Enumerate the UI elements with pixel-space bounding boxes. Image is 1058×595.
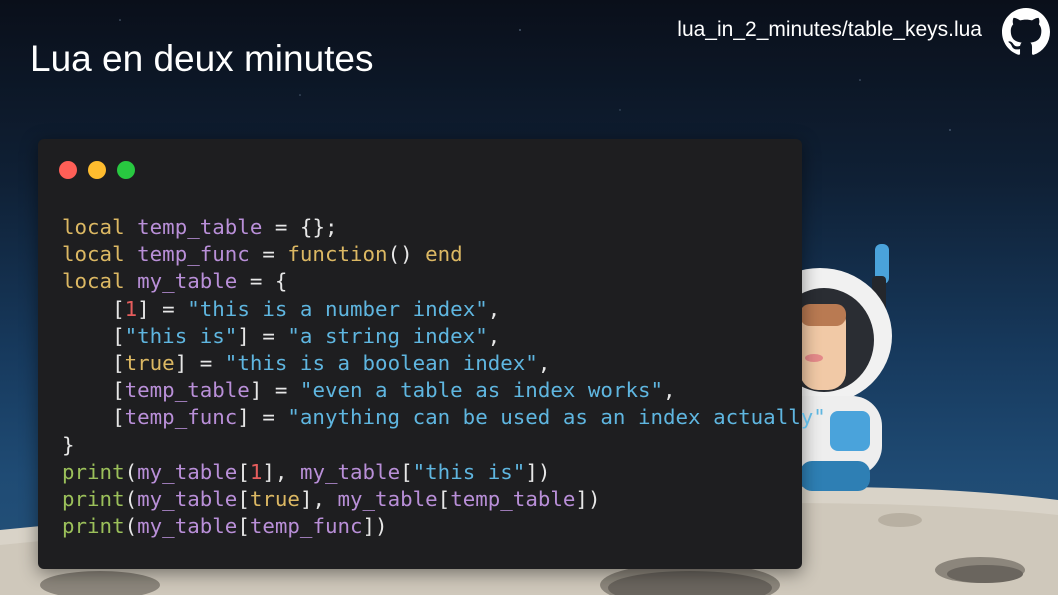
code-token: temp_func (137, 242, 250, 267)
code-token: = { (237, 269, 288, 294)
code-token: ], (262, 459, 300, 484)
code-token: 1 (124, 296, 138, 321)
code-block: local temp_table = {}; local temp_func = … (62, 214, 826, 540)
code-token: true (124, 350, 175, 375)
code-token: , (663, 378, 676, 403)
maximize-dot (117, 161, 135, 179)
code-line: print(my_table[temp_func]) (62, 513, 826, 540)
code-token: ] = (237, 405, 288, 430)
code-token: ]) (362, 514, 388, 539)
code-token: ], (299, 486, 338, 511)
code-line: print(my_table[true], my_table[temp_tabl… (62, 486, 826, 513)
code-token: [ (237, 459, 250, 484)
code-token: local (62, 215, 125, 239)
code-token: } (62, 432, 75, 457)
minimize-dot (88, 161, 106, 179)
code-token: ] = (237, 323, 288, 348)
code-line: local temp_func = function() end (62, 241, 826, 268)
code-token: "this is a boolean index" (224, 350, 538, 375)
code-token: print (62, 459, 125, 484)
code-token: 1 (249, 459, 263, 484)
code-token: = {}; (262, 215, 338, 239)
code-line: [true] = "this is a boolean index", (62, 350, 826, 377)
code-token: [ (437, 486, 451, 511)
code-token: ]) (525, 459, 551, 484)
code-token: my_table (337, 486, 438, 511)
code-token: my_table (137, 459, 238, 484)
slide-title: Lua en deux minutes (30, 38, 374, 79)
code-token: [ (62, 405, 125, 430)
code-token: ] = (174, 350, 225, 375)
code-token: [ (400, 459, 413, 484)
code-token: "even a table as index works" (299, 378, 664, 403)
code-token: temp_table (124, 378, 250, 403)
code-token: temp_func (124, 405, 238, 430)
code-token: print (62, 486, 125, 511)
code-token: "this is" (124, 323, 238, 348)
code-token: , (487, 296, 501, 321)
github-icon[interactable] (1002, 8, 1050, 56)
code-token: [ (62, 378, 125, 403)
code-token: temp_table (137, 215, 263, 239)
code-token: my_table (137, 269, 238, 294)
code-token: my_table (137, 486, 238, 511)
code-token: ]) (575, 486, 601, 511)
code-line: } (62, 432, 826, 459)
code-token: [ (237, 486, 250, 511)
code-token: [ (237, 514, 250, 539)
code-token: local (62, 242, 125, 267)
code-token: "a string index" (287, 323, 488, 348)
code-token: ( (124, 514, 138, 539)
code-token: ( (124, 486, 138, 511)
code-token: ( (124, 459, 138, 484)
code-line: [temp_func] = "anything can be used as a… (62, 404, 826, 431)
code-token: print (62, 514, 125, 539)
code-token: [ (62, 296, 125, 321)
code-token: temp_table (450, 486, 576, 511)
code-line: print(my_table[1], my_table["this is"]) (62, 459, 826, 486)
code-line: local temp_table = {}; (62, 214, 826, 241)
code-token: , (487, 323, 501, 348)
close-dot (59, 161, 77, 179)
code-token: my_table (137, 514, 238, 539)
code-token: my_table (299, 459, 401, 484)
code-token: [ (62, 323, 125, 348)
code-token: () (387, 242, 426, 267)
code-token: temp_func (249, 514, 363, 539)
code-token: end (425, 242, 463, 267)
code-token: "this is a number index" (187, 296, 488, 321)
code-line: ["this is"] = "a string index", (62, 323, 826, 350)
code-token: ] = (249, 378, 300, 403)
code-token: "this is" (412, 459, 526, 484)
code-token: "anything can be used as an index actual… (287, 405, 826, 430)
window-controls (59, 161, 135, 179)
file-path: lua_in_2_minutes/table_keys.lua (677, 18, 982, 41)
code-line: local my_table = { (62, 268, 826, 295)
code-window: local temp_table = {}; local temp_func = … (38, 139, 826, 569)
code-line: [temp_table] = "even a table as index wo… (62, 377, 826, 404)
code-token: local (62, 269, 125, 294)
code-token: ] = (137, 296, 188, 321)
code-token: [ (62, 350, 125, 375)
code-token: = (249, 242, 288, 267)
code-line: [1] = "this is a number index", (62, 296, 826, 323)
code-token: , (537, 350, 551, 375)
code-token: function (287, 242, 388, 267)
code-token: true (249, 486, 300, 511)
